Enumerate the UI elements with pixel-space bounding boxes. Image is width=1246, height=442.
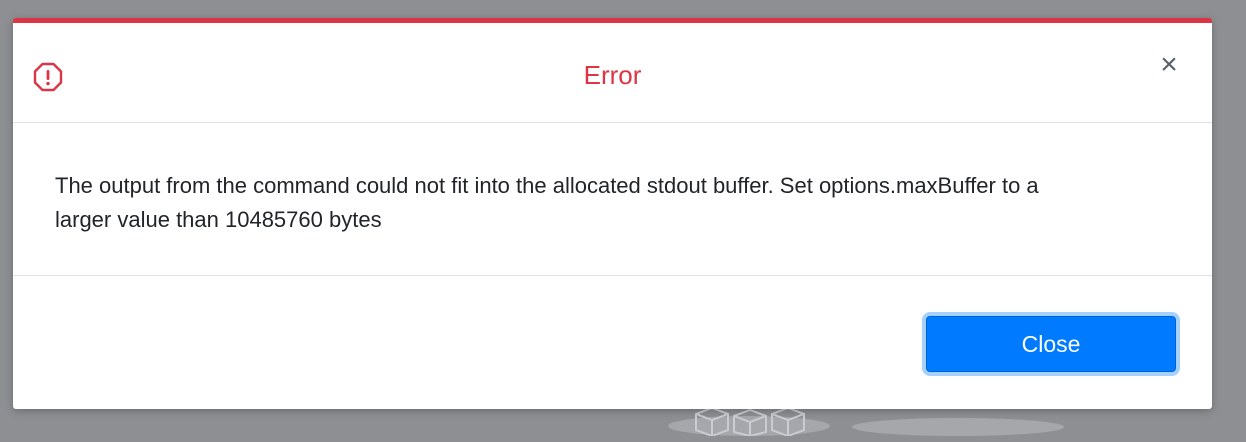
error-dialog: Error × The output from the command coul… bbox=[13, 18, 1212, 409]
close-icon[interactable]: × bbox=[1153, 49, 1185, 81]
dialog-footer: Close bbox=[13, 276, 1212, 409]
background-shadow bbox=[852, 418, 1064, 436]
close-button[interactable]: Close bbox=[926, 316, 1176, 372]
dialog-title: Error bbox=[583, 60, 642, 90]
error-message: The output from the command could not fi… bbox=[55, 173, 1039, 232]
dialog-header: Error × bbox=[13, 23, 1212, 123]
dialog-body: The output from the command could not fi… bbox=[13, 123, 1212, 276]
